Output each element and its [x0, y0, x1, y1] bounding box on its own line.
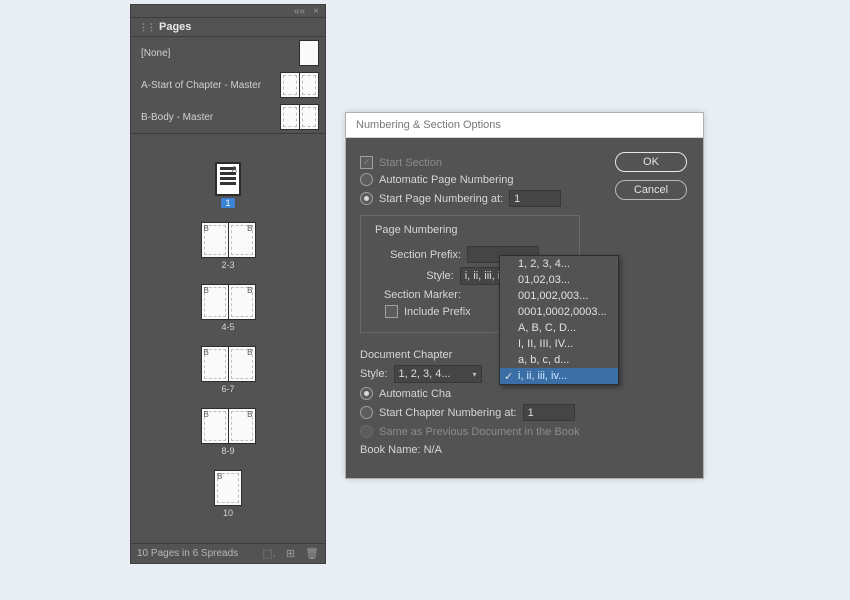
start-page-input[interactable]: 1	[509, 190, 561, 207]
pages-tab-label: Pages	[159, 21, 191, 33]
spread[interactable]: B 10	[214, 470, 242, 518]
radio-icon	[360, 173, 373, 186]
style-option[interactable]: I, II, III, IV...	[500, 336, 618, 352]
new-page-icon[interactable]: ⊞	[286, 547, 295, 560]
master-row[interactable]: A-Start of Chapter - Master	[131, 69, 325, 101]
checkbox-icon	[385, 305, 398, 318]
start-section-checkbox[interactable]: ✓ Start Section	[360, 156, 580, 169]
start-page-numbering-radio[interactable]: Start Page Numbering at: 1	[360, 190, 580, 207]
section-marker-label: Section Marker:	[371, 289, 461, 301]
page-thumb[interactable]: B	[229, 346, 256, 382]
master-thumb	[299, 40, 319, 66]
spread[interactable]: B B 8-9	[201, 408, 256, 456]
spread[interactable]: B B 6-7	[201, 346, 256, 394]
page-thumb[interactable]: A	[215, 162, 241, 196]
page-thumb[interactable]: B	[229, 222, 256, 258]
same-as-prev-radio: Same as Previous Document in the Book	[360, 425, 580, 438]
page-number: 10	[223, 508, 233, 518]
radio-icon	[360, 192, 373, 205]
book-name-label: Book Name: N/A	[360, 444, 442, 456]
master-label: A-Start of Chapter - Master	[141, 80, 261, 91]
style-option-selected[interactable]: ✓i, ii, iii, iv...	[500, 368, 618, 384]
master-thumb	[280, 72, 319, 98]
radio-icon	[360, 406, 373, 419]
page-number-badge: 1	[221, 198, 234, 208]
style-option[interactable]: 0001,0002,0003...	[500, 304, 618, 320]
pages-panel: «« × ⋮⋮ Pages [None] A-Start of Chapter …	[130, 4, 326, 564]
master-thumb	[280, 104, 319, 130]
doc-chapter-label: Document Chapter	[360, 349, 452, 361]
master-row[interactable]: B-Body - Master	[131, 101, 325, 133]
style-option[interactable]: 1, 2, 3, 4...	[500, 256, 618, 272]
delete-page-icon[interactable]: 🗑	[305, 547, 319, 560]
style-option[interactable]: a, b, c, d...	[500, 352, 618, 368]
radio-icon	[360, 387, 373, 400]
page-number: 2-3	[221, 260, 234, 270]
section-prefix-label: Section Prefix:	[371, 249, 461, 261]
auto-chapter-radio[interactable]: Automatic Cha	[360, 387, 580, 400]
page-thumb[interactable]: B	[229, 284, 256, 320]
page-thumb[interactable]: B	[201, 284, 229, 320]
checkbox-icon: ✓	[360, 156, 373, 169]
doc-style-select[interactable]: 1, 2, 3, 4... ▾	[394, 365, 482, 383]
page-number: 6-7	[221, 384, 234, 394]
page-thumb[interactable]: B	[201, 222, 229, 258]
auto-page-numbering-radio[interactable]: Automatic Page Numbering	[360, 173, 580, 186]
style-label: Style:	[371, 270, 454, 282]
spread[interactable]: B B 4-5	[201, 284, 256, 332]
check-icon: ✓	[504, 370, 513, 383]
master-letter: A	[232, 165, 237, 174]
page-thumb[interactable]: B	[229, 408, 256, 444]
ok-button[interactable]: OK	[615, 152, 687, 172]
spread[interactable]: A 1	[215, 162, 241, 208]
page-number: 8-9	[221, 446, 234, 456]
dialog-title: Numbering & Section Options	[346, 113, 703, 138]
master-label: B-Body - Master	[141, 112, 213, 123]
page-thumb[interactable]: B	[214, 470, 242, 506]
start-chapter-radio[interactable]: Start Chapter Numbering at: 1	[360, 404, 580, 421]
style-option[interactable]: 01,02,03...	[500, 272, 618, 288]
masters-list: [None] A-Start of Chapter - Master B-Bod…	[131, 37, 325, 134]
document-pages: A 1 B B 2-3 B B 4-5 B B 6-7	[131, 134, 325, 543]
group-title: Page Numbering	[371, 224, 462, 236]
collapse-icon[interactable]: ««	[294, 6, 305, 17]
chevron-down-icon: ▾	[473, 370, 477, 379]
style-dropdown[interactable]: 1, 2, 3, 4... 01,02,03... 001,002,003...…	[499, 255, 619, 385]
page-thumb[interactable]: B	[201, 408, 229, 444]
panel-footer: 10 Pages in 6 Spreads ⬚. ⊞ 🗑	[131, 543, 325, 563]
master-row[interactable]: [None]	[131, 37, 325, 69]
style-option[interactable]: A, B, C, D...	[500, 320, 618, 336]
pages-tab[interactable]: ⋮⋮ Pages	[131, 17, 325, 37]
edit-page-icon[interactable]: ⬚.	[262, 547, 275, 560]
numbering-options-dialog: Numbering & Section Options OK Cancel ✓ …	[345, 112, 704, 479]
master-label: [None]	[141, 48, 170, 59]
start-chapter-input[interactable]: 1	[523, 404, 575, 421]
page-thumb[interactable]: B	[201, 346, 229, 382]
doc-style-label: Style:	[360, 368, 388, 380]
radio-icon	[360, 425, 373, 438]
style-option[interactable]: 001,002,003...	[500, 288, 618, 304]
grip-icon: ⋮⋮	[139, 22, 155, 33]
page-number: 4-5	[221, 322, 234, 332]
panel-status: 10 Pages in 6 Spreads	[137, 548, 238, 559]
cancel-button[interactable]: Cancel	[615, 180, 687, 200]
spread[interactable]: B B 2-3	[201, 222, 256, 270]
panel-topbar: «« ×	[131, 5, 325, 17]
close-icon[interactable]: ×	[313, 6, 319, 17]
